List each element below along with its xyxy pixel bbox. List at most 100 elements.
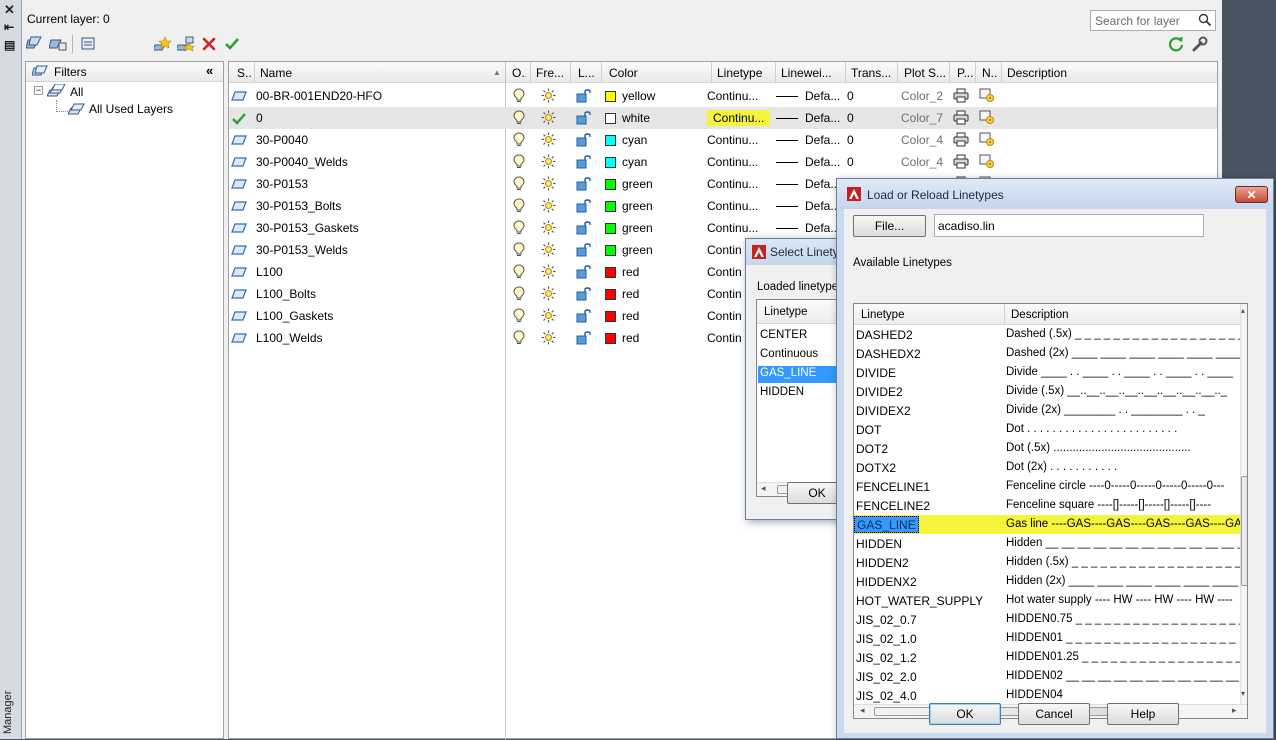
loaded-linetypes-list[interactable]: Linetype CENTER Continuous GAS_LINE HIDDEN … <box>756 299 844 497</box>
unlocked-icon[interactable] <box>576 176 592 194</box>
color-swatch[interactable] <box>605 267 616 278</box>
col-new-vp-freeze[interactable]: N.. <box>982 66 1000 80</box>
close-icon[interactable]: ✕ <box>1235 186 1268 203</box>
loaded-linetype-item[interactable]: GAS_LINE <box>758 366 838 383</box>
settings-button[interactable] <box>1190 35 1210 53</box>
layer-linetype[interactable]: Continu... <box>707 199 758 213</box>
layer-name[interactable]: L100_Welds <box>256 331 323 345</box>
linetype-row[interactable]: FENCELINE2 Fenceline square ----[]-----[]… <box>854 496 1240 515</box>
unlocked-icon[interactable] <box>576 264 592 282</box>
col-linetype[interactable]: Linetype <box>764 306 807 318</box>
unlocked-icon[interactable] <box>576 132 592 150</box>
close-icon[interactable]: ✕ <box>4 2 15 18</box>
set-current-button[interactable] <box>222 35 242 53</box>
loaded-linetype-item[interactable]: HIDDEN <box>758 385 806 402</box>
layer-color[interactable]: red <box>622 309 639 323</box>
layer-transparency[interactable]: 0 <box>847 155 854 169</box>
layer-lineweight[interactable]: Defa... <box>805 133 840 147</box>
layer-linetype[interactable]: Contin <box>707 309 742 323</box>
printer-icon[interactable] <box>953 88 969 106</box>
lightbulb-icon[interactable] <box>513 154 525 172</box>
linetype-row[interactable]: JIS_02_1.2 HIDDEN01.25 _ _ _ _ _ _ _ _ _ … <box>854 648 1242 667</box>
layer-linetype[interactable]: Contin <box>707 331 742 345</box>
unlocked-icon[interactable] <box>576 242 592 260</box>
new-layer-button[interactable] <box>153 35 173 53</box>
new-vp-freeze-icon[interactable] <box>979 88 995 106</box>
freeze-sun-icon[interactable] <box>541 308 556 326</box>
scroll-left-icon[interactable]: ◂ <box>761 483 766 494</box>
new-vp-freeze-icon[interactable] <box>979 132 995 150</box>
linetype-row[interactable]: HIDDEN Hidden __ __ __ __ __ __ __ __ __ … <box>854 534 1247 553</box>
color-swatch[interactable] <box>605 311 616 322</box>
vertical-scrollbar[interactable]: ▴ ▾ <box>1240 304 1247 704</box>
layer-color[interactable]: green <box>622 177 653 191</box>
layer-linetype[interactable]: Continu... <box>707 89 758 103</box>
col-description[interactable]: Description <box>1011 309 1069 321</box>
color-swatch[interactable] <box>605 91 616 102</box>
layer-name[interactable]: 30-P0040_Welds <box>256 155 348 169</box>
linetype-name[interactable]: HOT_WATER_SUPPLY <box>856 594 983 608</box>
layer-transparency[interactable]: 0 <box>847 89 854 103</box>
unlocked-icon[interactable] <box>576 308 592 326</box>
layer-linetype[interactable]: Continu... <box>707 177 758 191</box>
linetype-row[interactable]: HIDDENX2 Hidden (2x) ____ ____ ____ ____ … <box>854 572 1247 591</box>
linetype-row[interactable]: DIVIDE Divide ____ . . ____ . . ____ . . … <box>854 363 1240 382</box>
unlocked-icon[interactable] <box>576 154 592 172</box>
layer-color[interactable]: green <box>622 199 653 213</box>
delete-layer-button[interactable] <box>199 35 219 53</box>
search-icon[interactable] <box>1198 13 1212 27</box>
linetype-row[interactable]: DOT2 Dot (.5x) ..........................… <box>854 439 1240 458</box>
tree-node-all-used-layers[interactable]: All Used Layers <box>89 102 173 116</box>
layer-name[interactable]: 00-BR-001END20-HFO <box>256 89 382 103</box>
new-vp-freeze-icon[interactable] <box>979 110 995 128</box>
linetype-row[interactable]: DIVIDEX2 Divide (2x) ________ . . _______… <box>854 401 1240 420</box>
linetype-name[interactable]: DOTX2 <box>856 461 896 475</box>
available-linetypes-list[interactable]: Linetype Description DASHED2 Dashed (.5x)… <box>853 303 1248 719</box>
color-swatch[interactable] <box>605 245 616 256</box>
col-lock[interactable]: L... <box>578 66 598 80</box>
layer-name[interactable]: L100_Bolts <box>256 287 316 301</box>
color-swatch[interactable] <box>605 223 616 234</box>
layer-linetype[interactable]: Contin <box>707 265 742 279</box>
file-name-field[interactable]: acadiso.lin <box>934 214 1204 237</box>
unlocked-icon[interactable] <box>576 220 592 238</box>
col-on[interactable]: O.. <box>512 66 526 80</box>
layer-lineweight[interactable]: Defa... <box>805 111 840 125</box>
layer-color[interactable]: red <box>622 265 639 279</box>
linetype-row[interactable]: DIVIDE2 Divide (.5x) __..__..__..__..__..… <box>854 382 1240 401</box>
linetype-name[interactable]: DOT <box>856 423 881 437</box>
color-swatch[interactable] <box>605 113 616 124</box>
linetype-name[interactable]: DOT2 <box>856 442 888 456</box>
layer-name[interactable]: L100 <box>256 265 283 279</box>
layer-row[interactable]: 0 white Continu... Defa... 0 Color_7 <box>229 107 1217 129</box>
lightbulb-icon[interactable] <box>513 242 525 260</box>
color-swatch[interactable] <box>605 179 616 190</box>
col-plot[interactable]: P... <box>957 66 975 80</box>
lightbulb-icon[interactable] <box>513 220 525 238</box>
linetype-row[interactable]: JIS_02_0.7 HIDDEN0.75 _ _ _ _ _ _ _ _ _ _… <box>854 610 1245 629</box>
freeze-sun-icon[interactable] <box>541 198 556 216</box>
scroll-up-icon[interactable]: ▴ <box>1241 306 1245 315</box>
layer-color[interactable]: green <box>622 221 653 235</box>
ok-button[interactable]: OK <box>929 703 1001 725</box>
linetype-name[interactable]: DIVIDE2 <box>856 385 903 399</box>
layer-row[interactable]: 00-BR-001END20-HFO yellow Continu... Defa..… <box>229 85 1217 107</box>
freeze-sun-icon[interactable] <box>541 286 556 304</box>
linetype-name[interactable]: JIS_02_4.0 <box>856 689 917 703</box>
layer-linetype[interactable]: Contin <box>707 287 742 301</box>
printer-icon[interactable] <box>953 154 969 172</box>
col-name[interactable]: Name <box>260 66 292 80</box>
freeze-sun-icon[interactable] <box>541 330 556 348</box>
properties-icon[interactable]: ▤ <box>4 38 15 52</box>
color-swatch[interactable] <box>605 135 616 146</box>
layer-name[interactable]: 30-P0040 <box>256 133 308 147</box>
linetype-name[interactable]: DASHEDX2 <box>856 347 921 361</box>
cancel-button[interactable]: Cancel <box>1018 703 1090 725</box>
col-plot-style[interactable]: Plot S... <box>904 66 948 80</box>
freeze-sun-icon[interactable] <box>541 88 556 106</box>
layer-color[interactable]: yellow <box>622 89 655 103</box>
linetype-name[interactable]: JIS_02_2.0 <box>856 670 917 684</box>
layer-name[interactable]: 30-P0153 <box>256 177 308 191</box>
layer-search-box[interactable] <box>1090 10 1216 31</box>
layer-linetype[interactable]: Continu... <box>707 133 758 147</box>
